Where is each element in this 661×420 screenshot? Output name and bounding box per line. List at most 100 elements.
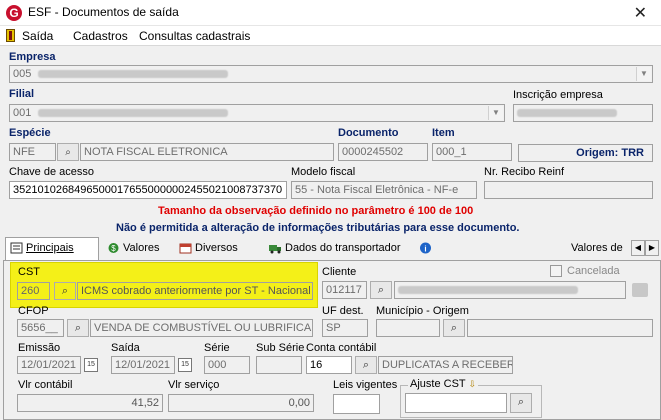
cliente-lookup-button[interactable]: ⌕ xyxy=(370,281,392,299)
cancelada-checkbox[interactable] xyxy=(550,265,562,277)
tab-scroll-right-icon[interactable]: ▶ xyxy=(645,240,659,256)
truck-icon xyxy=(269,245,281,254)
empresa-label: Empresa xyxy=(9,51,56,63)
recibo-field xyxy=(484,181,653,199)
chevron-down-icon[interactable]: ▼ xyxy=(488,106,503,120)
chave-label: Chave de acesso xyxy=(9,166,94,178)
uf-dest-field: SP xyxy=(322,319,368,337)
municipio-lookup-button[interactable]: ⌕ xyxy=(443,319,465,337)
conta-label: Conta contábil xyxy=(306,342,377,354)
tab-diversos[interactable]: Diversos xyxy=(175,238,261,259)
especie-code-field[interactable]: NFE xyxy=(9,143,56,161)
tab-valores-label: Valores xyxy=(123,242,160,254)
cst-label: CST xyxy=(18,266,40,278)
cst-lookup-button[interactable]: ⌕ xyxy=(54,282,76,300)
cliente-name-field xyxy=(394,281,626,299)
conta-desc-field: DUPLICATAS A RECEBER xyxy=(378,356,513,374)
binoculars-icon: ⌕ xyxy=(450,322,458,334)
money-icon: $ xyxy=(108,243,119,253)
tab-valores-de[interactable]: Valores de xyxy=(567,238,637,259)
document-icon xyxy=(10,242,23,254)
cfop-label: CFOP xyxy=(18,305,49,317)
close-icon[interactable]: ✕ xyxy=(634,3,647,23)
especie-desc-field: NOTA FISCAL ELETRONICA xyxy=(80,143,334,161)
saida-calendar-icon[interactable]: 15 xyxy=(178,358,192,372)
saida-field[interactable]: 12/01/2021 xyxy=(111,356,175,374)
ajuste-cst-lookup-button[interactable]: ⌕ xyxy=(510,393,532,413)
tab-valores-de-label: Valores de xyxy=(571,242,623,254)
cst-desc-field: ICMS cobrado anteriormente por ST - Naci… xyxy=(77,282,313,300)
tab-transportador[interactable]: Dados do transportador xyxy=(265,238,411,259)
chave-field[interactable]: 3521010268496500017655000000245502100873… xyxy=(9,181,287,199)
binoculars-icon: ⌕ xyxy=(74,322,82,334)
conta-code-field[interactable]: 16 xyxy=(306,356,352,374)
sub-serie-field xyxy=(256,356,302,374)
app-logo-icon: G xyxy=(6,5,22,21)
empresa-code: 005 xyxy=(13,68,32,80)
exit-door-icon[interactable] xyxy=(6,29,15,42)
chevron-down-icon[interactable]: ▼ xyxy=(636,67,651,81)
municipio-field xyxy=(376,319,440,337)
origem-label: Origem: TRR xyxy=(576,147,644,159)
ajuste-cst-label: Ajuste CST ⇩ xyxy=(408,378,479,390)
emissao-field[interactable]: 12/01/2021 xyxy=(17,356,81,374)
item-label: Item xyxy=(432,127,455,139)
municipio-desc-field xyxy=(467,319,653,337)
tab-transportador-label: Dados do transportador xyxy=(285,242,401,254)
empresa-name-redacted xyxy=(38,70,229,79)
vlr-contabil-field: 41,52 xyxy=(17,394,163,412)
arrow-down-icon: ⇩ xyxy=(468,379,477,389)
tab-valores[interactable]: $ Valores xyxy=(103,238,171,259)
empresa-select[interactable]: 005 ▼ xyxy=(9,65,653,83)
municipio-label: Município - Origem xyxy=(376,305,469,317)
origem-box: Origem: TRR xyxy=(518,144,653,162)
menu-item-saida[interactable]: Saída xyxy=(22,29,53,43)
especie-lookup-button[interactable]: ⌕ xyxy=(57,143,79,161)
warning-tributarias: Não é permitida a alteração de informaçõ… xyxy=(116,222,520,234)
svg-text:$: $ xyxy=(111,244,116,253)
svg-text:i: i xyxy=(424,245,426,254)
filial-name-redacted xyxy=(38,109,229,118)
cfop-desc-field: VENDA DE COMBUSTÍVEL OU LUBRIFICAN xyxy=(90,319,313,337)
serie-field: 000 xyxy=(204,356,250,374)
filial-label: Filial xyxy=(9,88,35,100)
menu-item-consultas[interactable]: Consultas cadastrais xyxy=(139,29,250,43)
menu-bar: Saída Cadastros Consultas cadastrais xyxy=(0,26,661,46)
binoculars-icon: ⌕ xyxy=(377,284,385,296)
emissao-calendar-icon[interactable]: 15 xyxy=(84,358,98,372)
documento-label: Documento xyxy=(338,127,399,139)
cliente-code-field[interactable]: 012117 xyxy=(322,281,367,299)
modelo-field: 55 - Nota Fiscal Eletrônica - NF-e xyxy=(291,181,477,199)
serie-label: Série xyxy=(204,342,230,354)
vlr-contabil-label: Vlr contábil xyxy=(18,379,73,391)
tab-scroll-left-icon[interactable]: ◀ xyxy=(631,240,645,256)
tab-principais-label: Principais xyxy=(26,242,74,254)
menu-item-cadastros[interactable]: Cadastros xyxy=(73,29,128,43)
item-field: 000_1 xyxy=(432,143,512,161)
sub-serie-label: Sub Série xyxy=(256,342,305,354)
cfop-code-field[interactable]: 5656__ xyxy=(17,319,64,337)
documento-field: 0000245502 xyxy=(338,143,428,161)
title-bar: G ESF - Documentos de saída ✕ xyxy=(0,0,661,26)
cst-code-field[interactable]: 260 xyxy=(17,282,50,300)
binoculars-icon: ⌕ xyxy=(362,359,370,371)
saida-label: Saída xyxy=(111,342,140,354)
cancelada-label: Cancelada xyxy=(567,265,620,277)
modelo-label: Modelo fiscal xyxy=(291,166,356,178)
calendar-icon xyxy=(179,243,192,254)
cliente-details-icon[interactable] xyxy=(632,283,648,297)
ajuste-cst-field[interactable] xyxy=(405,393,507,413)
tab-info[interactable]: i xyxy=(413,238,441,259)
vlr-servico-label: Vlr serviço xyxy=(168,379,220,391)
cliente-name-redacted xyxy=(398,286,578,295)
filial-select[interactable]: 001 ▼ xyxy=(9,104,505,122)
emissao-label: Emissão xyxy=(18,342,61,354)
info-icon: i xyxy=(420,242,431,254)
cfop-lookup-button[interactable]: ⌕ xyxy=(67,319,89,337)
inscricao-label: Inscrição empresa xyxy=(513,89,603,101)
conta-lookup-button[interactable]: ⌕ xyxy=(355,356,377,374)
tab-strip: Principais $ Valores Diversos Dados do t… xyxy=(3,237,661,260)
leis-field[interactable] xyxy=(333,394,380,414)
uf-dest-label: UF dest. xyxy=(322,305,364,317)
tab-principais[interactable]: Principais xyxy=(5,237,99,260)
